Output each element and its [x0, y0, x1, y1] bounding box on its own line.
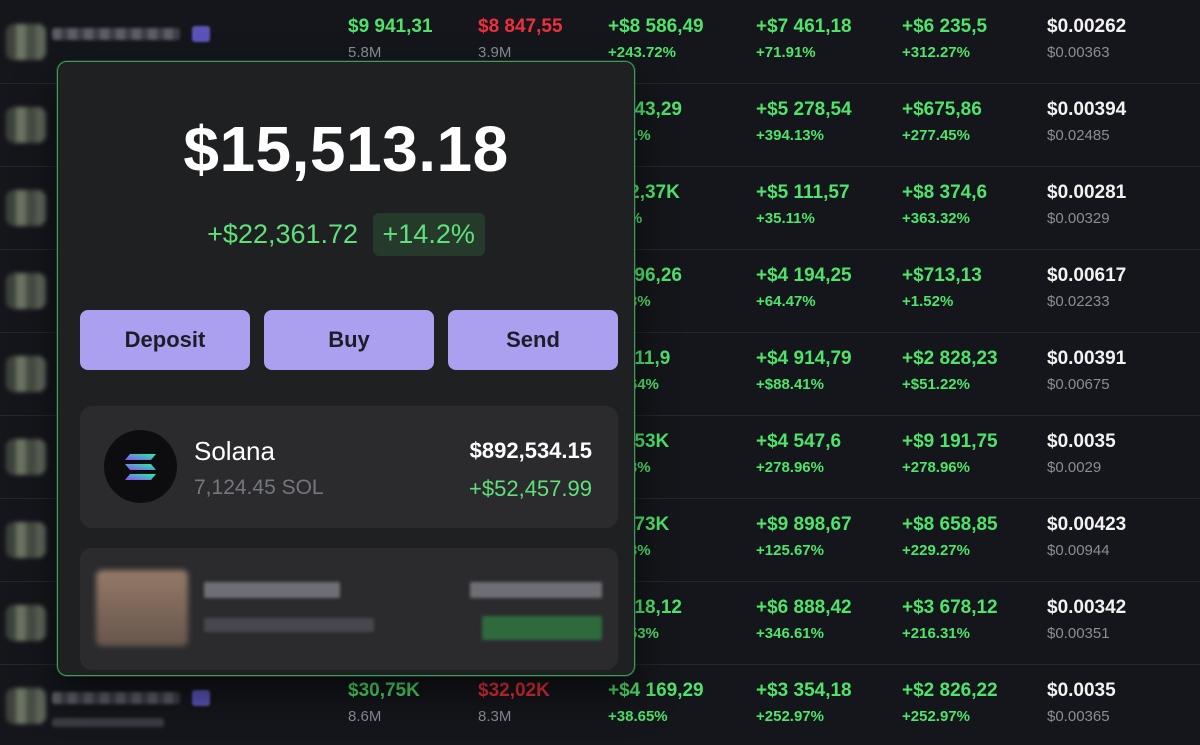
balance-change-percent-badge: +14.2% [372, 213, 485, 256]
pnl-cell: +$6 235,5 +312.27% [902, 16, 988, 61]
pnl-cell: +$8 586,49 +243.72% [608, 16, 704, 61]
price-cell: $0.00394 $0.02485 [1047, 99, 1127, 144]
pnl-cell: +$2 826,22 +252.97% [902, 680, 998, 725]
price-cell: $0.00262 $0.00363 [1047, 16, 1127, 61]
price-cell: $0.0035 $0.0029 [1047, 431, 1116, 476]
asset-row-solana[interactable]: Solana 7,124.45 SOL $892,534.15 +$52,457… [80, 406, 618, 528]
price-cell: $0.00281 $0.00329 [1047, 182, 1127, 227]
table-row[interactable]: $30,75K 8.6M $32,02K 8.3M +$4 169,29 +38.65… [0, 664, 1200, 745]
asset-name-redacted [204, 582, 340, 598]
pnl-cell: +$713,13 +1.52% [902, 265, 982, 310]
pnl-cell: +$5 111,57 +35.11% [756, 182, 850, 227]
token-name-redacted [52, 28, 180, 40]
token-avatar [6, 356, 46, 392]
balance-change-row: +$22,361.72 +14.2% [58, 213, 634, 257]
token-avatar [6, 24, 46, 60]
price-cell: $0.00342 $0.00351 [1047, 597, 1127, 642]
token-avatar [6, 605, 46, 641]
send-button[interactable]: Send [448, 310, 618, 370]
pnl-cell: +$4 914,79 +$88.41% [756, 348, 852, 393]
asset-quantity-redacted [204, 618, 374, 632]
volume-cell: $9 941,31 5.8M [348, 16, 433, 61]
asset-row-redacted[interactable] [80, 548, 618, 670]
pnl-cell: +$4 169,29 +38.65% [608, 680, 704, 725]
pnl-cell: +$4 194,25 +64.47% [756, 265, 852, 310]
buy-button[interactable]: Buy [264, 310, 434, 370]
token-avatar [6, 522, 46, 558]
solana-logo-icon [104, 430, 177, 503]
token-address-redacted [52, 718, 164, 727]
pnl-cell: +$3 678,12 +216.31% [902, 597, 998, 642]
asset-value-redacted [470, 582, 602, 598]
wallet-popup: $15,513.18 +$22,361.72 +14.2% Deposit Bu… [57, 61, 635, 676]
token-name-redacted [52, 692, 180, 704]
volume-cell: $30,75K 8.6M [348, 680, 420, 725]
pnl-cell: +$7 461,18 +71.91% [756, 16, 852, 61]
token-avatar [6, 107, 46, 143]
asset-value: $892,534.15 [469, 438, 592, 463]
wallet-balance: $15,513.18 [183, 113, 509, 185]
asset-name: Solana [194, 436, 275, 466]
pnl-cell: +$4 547,6 +278.96% [756, 431, 842, 476]
token-avatar [6, 439, 46, 475]
pnl-cell: +$5 278,54 +394.13% [756, 99, 852, 144]
token-tag-icon [192, 26, 210, 42]
pnl-cell: +$8 658,85 +229.27% [902, 514, 998, 559]
pnl-cell: +$9 191,75 +278.96% [902, 431, 998, 476]
pnl-cell: +$3 354,18 +252.97% [756, 680, 852, 725]
price-cell: $0.00391 $0.00675 [1047, 348, 1127, 393]
price-cell: $0.00423 $0.00944 [1047, 514, 1127, 559]
token-tag-icon [192, 690, 210, 706]
pnl-cell: +$8 374,6 +363.32% [902, 182, 988, 227]
token-avatar [6, 190, 46, 226]
pnl-cell: +$2 828,23 +$51.22% [902, 348, 998, 393]
price-cell: $0.00617 $0.02233 [1047, 265, 1127, 310]
pnl-cell: +$9 898,67 +125.67% [756, 514, 852, 559]
asset-avatar-redacted [96, 570, 188, 646]
pnl-cell: +$6 888,42 +346.61% [756, 597, 852, 642]
token-avatar [6, 273, 46, 309]
price-cell: $0.0035 $0.00365 [1047, 680, 1116, 725]
wallet-actions: Deposit Buy Send [80, 310, 620, 370]
balance-change-amount: +$22,361.72 [207, 219, 359, 249]
sell-volume-cell: $32,02K 8.3M [478, 680, 550, 725]
asset-pnl: +$52,457.99 [469, 476, 592, 501]
asset-pnl-redacted [482, 616, 602, 640]
sell-volume-cell: $8 847,55 3.9M [478, 16, 563, 61]
token-avatar [6, 688, 46, 724]
asset-quantity: 7,124.45 SOL [194, 476, 324, 499]
pnl-cell: +$675,86 +277.45% [902, 99, 982, 144]
deposit-button[interactable]: Deposit [80, 310, 250, 370]
app-root: $9 941,31 5.8M $8 847,55 3.9M +$8 586,49 +2… [0, 0, 1200, 745]
